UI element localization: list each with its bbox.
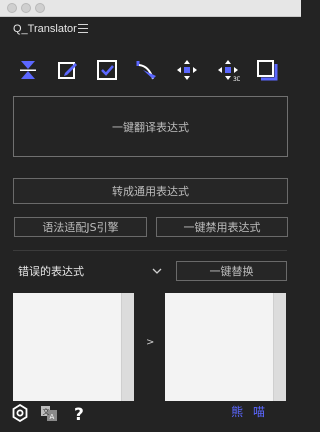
translate-icon[interactable]: 文 A — [40, 404, 58, 422]
panel-menu-icon[interactable] — [78, 24, 88, 33]
svg-text:?: ? — [74, 405, 84, 422]
checkbox-icon[interactable] — [95, 58, 119, 82]
layer-square-icon[interactable] — [255, 58, 279, 82]
disable-all-button[interactable]: 一键禁用表达式 — [156, 217, 288, 237]
arrow-separator: > — [146, 337, 155, 348]
cursor-split-icon[interactable] — [16, 58, 40, 82]
expression-type-dropdown[interactable]: 错误的表达式 — [14, 261, 164, 281]
close-window-button[interactable] — [7, 3, 17, 13]
svg-text:3D: 3D — [233, 76, 240, 82]
brand-label: 熊 喵 — [231, 405, 268, 419]
panel-title: Q_Translator — [13, 23, 77, 35]
svg-text:文: 文 — [43, 407, 50, 416]
translate-all-button[interactable]: 一键翻译表达式 — [13, 96, 288, 157]
divider — [13, 250, 287, 251]
edit-icon[interactable] — [56, 58, 80, 82]
minimize-window-button[interactable] — [21, 3, 31, 13]
source-text-area[interactable] — [13, 293, 134, 401]
chevron-down-icon — [152, 268, 162, 274]
adapt-js-engine-button[interactable]: 语法适配JS引擎 — [14, 217, 147, 237]
convert-universal-button[interactable]: 转成通用表达式 — [13, 178, 288, 204]
svg-text:A: A — [50, 413, 55, 421]
dropdown-selected-label: 错误的表达式 — [18, 265, 84, 278]
replace-all-button[interactable]: 一键替换 — [176, 261, 287, 281]
move-arrows-icon[interactable] — [175, 58, 199, 82]
target-text-area[interactable] — [165, 293, 286, 401]
window-titlebar — [0, 0, 301, 17]
zoom-window-button[interactable] — [35, 3, 45, 13]
pen-corner-icon[interactable] — [135, 58, 159, 82]
settings-icon[interactable] — [11, 404, 29, 422]
help-icon[interactable]: ? — [71, 404, 89, 422]
target-scrollbar[interactable] — [273, 293, 286, 401]
move-arrows-3d-icon[interactable]: 3D — [216, 58, 240, 82]
source-scrollbar[interactable] — [121, 293, 134, 401]
